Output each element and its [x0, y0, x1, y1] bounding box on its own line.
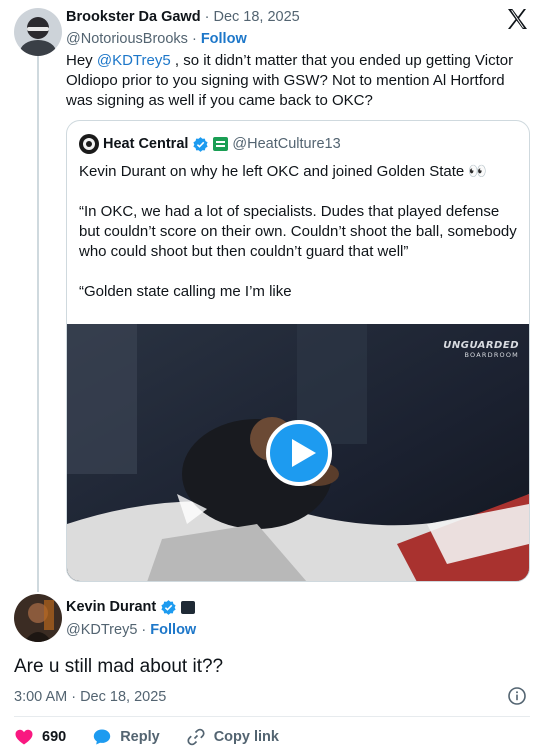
reply-author-name[interactable]: Brookster Da Gawd [66, 9, 201, 25]
video-player[interactable]: UNGUARDED BOARDROOM [67, 324, 529, 581]
affiliate-badge-icon [213, 137, 229, 151]
separator-dot: · [191, 31, 197, 47]
reply-bubble-icon [94, 729, 111, 745]
divider [14, 716, 530, 717]
video-watermark: UNGUARDED BOARDROOM [443, 340, 519, 359]
quoted-tweet-card[interactable]: Heat Central @HeatCulture13 Kevin Durant… [66, 120, 530, 582]
affiliate-badge-icon [181, 600, 196, 614]
quoted-text-quote: “In OKC, we had a lot of specialists. Du… [79, 203, 517, 260]
quoted-text-closing: “Golden state calling me I’m like [79, 283, 292, 300]
verified-icon [193, 136, 209, 152]
info-icon[interactable] [507, 686, 527, 706]
copy-link-label: Copy link [213, 729, 279, 745]
quoted-text-line: Kevin Durant on why he left OKC and join… [79, 163, 488, 180]
mention-link[interactable]: @KDTrey5 [97, 52, 171, 69]
main-handle-line: @KDTrey5 · Follow [66, 621, 196, 639]
reply-author-avatar[interactable] [14, 8, 62, 56]
tweet-actions: 690 Reply Copy link [14, 726, 305, 748]
watermark-title: UNGUARDED [443, 340, 519, 351]
reply-text-before: Hey [66, 52, 97, 69]
main-tweet-text: Are u still mad about it?? [14, 656, 224, 677]
main-author-line: Kevin Durant [66, 598, 196, 616]
link-icon [187, 728, 205, 746]
verified-icon [161, 599, 176, 615]
main-author-avatar[interactable] [14, 594, 62, 642]
follow-button[interactable]: Follow [201, 31, 247, 47]
tweet-timestamp[interactable]: 3:00 AM · Dec 18, 2025 [14, 688, 166, 706]
thread-connector-line [37, 56, 39, 592]
separator-dot: · [141, 622, 147, 638]
quoted-author-avatar[interactable] [79, 134, 99, 154]
copy-link-button[interactable]: Copy link [186, 727, 279, 747]
reply-handle-line: @NotoriousBrooks · Follow [66, 30, 247, 48]
quoted-tweet-text: Kevin Durant on why he left OKC and join… [79, 162, 523, 322]
watermark-subtitle: BOARDROOM [464, 351, 519, 359]
like-count: 690 [42, 729, 67, 745]
reply-button[interactable]: Reply [92, 727, 160, 747]
main-author-name[interactable]: Kevin Durant [66, 598, 156, 616]
x-logo-icon[interactable] [505, 7, 529, 31]
play-icon[interactable] [266, 420, 332, 486]
like-button[interactable]: 690 [14, 727, 66, 747]
reply-tweet-text: Hey @KDTrey5 , so it didn’t matter that … [66, 51, 526, 111]
main-author-handle[interactable]: @KDTrey5 [66, 622, 137, 638]
reply-date[interactable]: Dec 18, 2025 [213, 9, 299, 25]
separator-dot: · [204, 9, 210, 25]
heart-icon [15, 729, 33, 745]
quoted-author-handle[interactable]: @HeatCulture13 [232, 134, 340, 154]
reply-label: Reply [120, 729, 160, 745]
reply-author-line: Brookster Da Gawd · Dec 18, 2025 [66, 8, 300, 26]
quoted-author-name[interactable]: Heat Central [103, 134, 188, 154]
follow-button[interactable]: Follow [150, 622, 196, 638]
reply-author-handle[interactable]: @NotoriousBrooks [66, 31, 188, 47]
quoted-author-line: Heat Central @HeatCulture13 [79, 134, 341, 154]
